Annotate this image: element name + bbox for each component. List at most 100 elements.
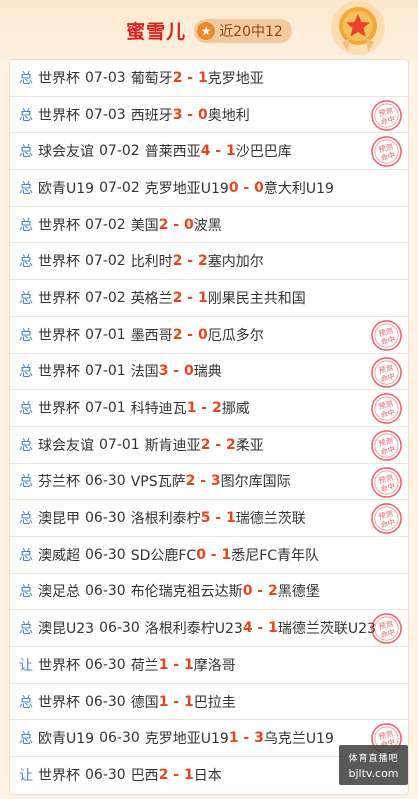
match-row[interactable]: 总世界杯 07-02 比利时 2 - 2 塞内加尔 xyxy=(10,243,408,281)
bet-type: 让 xyxy=(19,657,33,674)
home-team: 克罗地亚U19 xyxy=(144,731,229,748)
bet-type: 总 xyxy=(19,144,33,161)
away-team: 克罗地亚 xyxy=(207,70,264,87)
match-score: 2 - 1 xyxy=(172,69,208,86)
league-name: 世界杯 xyxy=(38,290,80,307)
match-score: 2 - 2 xyxy=(172,253,208,270)
bet-type: 总 xyxy=(19,511,33,528)
star-icon: ★ xyxy=(197,21,216,40)
match-row[interactable]: 总世界杯 06-30 德国 1 - 1 巴拉圭 xyxy=(10,684,408,721)
match-score: 3 - 0 xyxy=(172,106,208,123)
bet-type: 总 xyxy=(19,70,33,87)
match-row[interactable]: 总澳威超 06-30 SD公鹿FC 0 - 1 悉尼FC青年队 xyxy=(10,537,408,574)
home-team: SD公鹿FC xyxy=(130,547,197,564)
home-team: 巴西 xyxy=(130,768,159,785)
home-team: 葡萄牙 xyxy=(130,70,173,87)
match-score: 4 - 1 xyxy=(200,143,236,160)
home-team: 英格兰 xyxy=(130,290,173,307)
league-name: 世界杯 xyxy=(38,254,80,271)
hit-stamp-icon: 预测命中 xyxy=(371,393,402,425)
home-team: 洛根利泰柠U23 xyxy=(144,621,243,638)
bet-type: 总 xyxy=(19,694,33,711)
medal-icon xyxy=(331,1,385,55)
match-row[interactable]: 让世界杯 06-30 荷兰 1 - 1 摩洛哥 xyxy=(10,647,408,684)
match-score: 0 - 1 xyxy=(196,546,232,563)
home-team: 德国 xyxy=(130,694,159,711)
match-date: 06-30 xyxy=(99,620,140,637)
match-row[interactable]: 总世界杯 07-02 英格兰 2 - 1 刚果民主共和国 xyxy=(10,280,408,317)
away-team: 巴拉圭 xyxy=(193,694,236,711)
league-name: 世界杯 xyxy=(38,401,80,418)
away-team: 刚果民主共和国 xyxy=(207,290,306,307)
match-row[interactable]: 总世界杯 07-03 葡萄牙 2 - 1 克罗地亚 xyxy=(10,60,408,97)
away-team: 波黑 xyxy=(193,217,222,234)
watermark: 体育直播吧 bjltv.com xyxy=(339,745,408,785)
match-score: 4 - 1 xyxy=(242,620,278,637)
bet-type: 总 xyxy=(19,437,33,454)
record-badge: ★ 近20中12 xyxy=(194,18,292,43)
home-team: 斯肯迪亚 xyxy=(144,437,201,454)
match-score: 5 - 1 xyxy=(200,510,236,527)
away-team: 意大利U19 xyxy=(263,180,334,197)
match-row[interactable]: 总世界杯 07-01 墨西哥 2 - 0 厄瓜多尔 预测 命中 xyxy=(10,317,408,354)
match-date: 07-02 xyxy=(99,179,140,196)
bet-type: 总 xyxy=(19,254,33,271)
league-name: 世界杯 xyxy=(38,327,80,344)
bet-type: 总 xyxy=(19,584,33,601)
home-team: 科特迪瓦 xyxy=(130,401,187,418)
match-date: 07-01 xyxy=(85,400,126,417)
hit-stamp-icon: 预测命中 xyxy=(371,430,402,461)
match-row[interactable]: 总世界杯 07-01 科特迪瓦 1 - 2 挪威 预测 命中 xyxy=(10,390,408,427)
away-team: 柔亚 xyxy=(235,437,264,454)
match-row[interactable]: 总欧青U19 07-02 克罗地亚U19 0 - 0 意大利U19 xyxy=(10,170,408,207)
away-team: 日本 xyxy=(193,768,222,785)
away-team: 沙巴巴库 xyxy=(235,144,292,161)
match-score: 2 - 2 xyxy=(200,436,236,453)
away-team: 瑞德兰茨联U23 xyxy=(277,621,376,638)
bet-type: 总 xyxy=(19,107,33,124)
watermark-top: 体育直播吧 xyxy=(348,754,399,764)
league-name: 澳昆甲 xyxy=(38,511,80,528)
match-date: 07-03 xyxy=(85,106,126,123)
hit-stamp-icon: 预测命中 xyxy=(371,356,402,388)
match-date: 06-30 xyxy=(85,693,126,710)
bet-type: 总 xyxy=(19,364,33,381)
home-team: 墨西哥 xyxy=(130,327,173,344)
match-row[interactable]: 总澳昆甲 06-30 洛根利泰柠 5 - 1 瑞德兰茨联 预测 命中 xyxy=(10,500,408,537)
hit-stamp-icon: 预测命中 xyxy=(371,503,402,535)
match-row[interactable]: 总世界杯 07-03 西班牙 3 - 0 奥地利 预测 命中 xyxy=(10,97,408,134)
away-team: 瑞典 xyxy=(193,364,222,381)
home-team: 布伦瑞克祖云达斯 xyxy=(130,584,243,601)
home-team: 荷兰 xyxy=(130,657,159,674)
match-score: 2 - 0 xyxy=(172,326,208,343)
bet-type: 总 xyxy=(19,180,33,197)
league-name: 球会友谊 xyxy=(38,144,94,161)
league-name: 世界杯 xyxy=(38,657,80,674)
home-team: 比利时 xyxy=(130,254,173,271)
hit-stamp-icon: 预测命中 xyxy=(371,319,402,351)
match-score: 2 - 1 xyxy=(158,767,194,784)
match-score: 1 - 3 xyxy=(228,730,264,747)
match-row[interactable]: 总澳足总 06-30 布伦瑞克祖云达斯 0 - 2 黑德堡 xyxy=(10,574,408,611)
league-name: 澳足总 xyxy=(38,584,80,601)
match-row[interactable]: 总球会友谊 07-01 斯肯迪亚 2 - 2 柔亚 预测 命中 xyxy=(10,427,408,464)
away-team: 悉尼FC青年队 xyxy=(231,547,320,564)
home-team: 洛根利泰柠 xyxy=(130,511,201,528)
match-date: 06-30 xyxy=(85,546,126,563)
match-row[interactable]: 总芬兰杯 06-30 VPS瓦萨 2 - 3 图尔库国际 预测 命中 xyxy=(10,464,408,501)
bet-type: 总 xyxy=(19,327,33,344)
match-row[interactable]: 总世界杯 07-02 美国 2 - 0 波黑 xyxy=(10,207,408,244)
away-team: 塞内加尔 xyxy=(207,254,264,271)
league-name: 世界杯 xyxy=(38,70,80,87)
match-score: 2 - 0 xyxy=(158,216,194,233)
home-team: 法国 xyxy=(130,364,159,381)
match-score: 1 - 2 xyxy=(186,400,222,417)
away-team: 黑德堡 xyxy=(277,584,320,601)
match-row[interactable]: 总澳昆U23 06-30 洛根利泰柠U23 4 - 1 瑞德兰茨联U23 预测 命中 xyxy=(10,610,408,647)
match-score: 1 - 1 xyxy=(158,693,194,710)
match-date: 06-30 xyxy=(85,656,126,673)
match-row[interactable]: 总世界杯 07-01 法国 3 - 0 瑞典 预测 命中 xyxy=(10,354,408,391)
expert-name[interactable]: 蜜雪儿 xyxy=(126,17,186,44)
match-row[interactable]: 总球会友谊 07-02 普莱西亚 4 - 1 沙巴巴库 预测 命中 xyxy=(10,133,408,171)
match-score: 2 - 3 xyxy=(185,473,221,490)
